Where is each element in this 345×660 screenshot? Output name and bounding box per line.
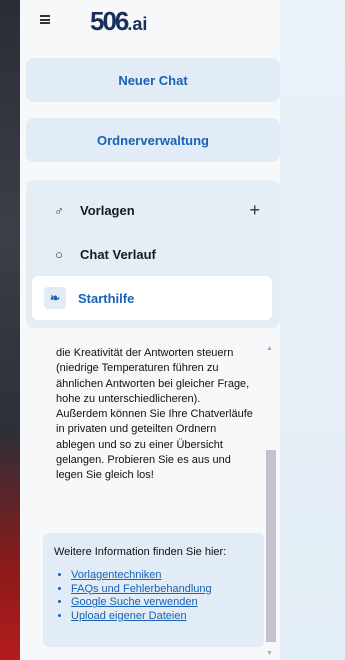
folder-management-button[interactable]: Ordnerverwaltung [26,118,280,162]
help-text: die Kreativität der Antworten steuern (n… [56,347,253,482]
scroll-down-icon[interactable]: ▼ [266,650,273,657]
background-edge [0,0,20,660]
hamburger-menu-icon[interactable] [40,15,50,24]
list-item: Google Suche verwenden [71,596,212,610]
list-item: Upload eigener Dateien [71,610,212,624]
list-item: Vorlagentechniken [71,569,212,583]
list-item: FAQs und Fehlerbehandlung [71,583,212,597]
add-template-button[interactable]: + [249,200,260,221]
sidebar-item-label: Starthilfe [78,290,135,306]
scrollbar[interactable]: ▲ ▼ [264,345,276,660]
link-faqs[interactable]: FAQs und Fehlerbehandlung [71,583,212,595]
sidebar-item-label: Vorlagen [80,202,135,218]
sidebar-item-label: Chat Verlauf [80,246,156,262]
leaf-icon: ❧ [44,287,66,309]
nav-panel: ♂︎ Vorlagen + ○ Chat Verlauf ❧ Starthilf… [26,180,280,328]
link-upload[interactable]: Upload eigener Dateien [71,610,187,622]
scroll-thumb[interactable] [266,450,276,642]
main-area [280,0,345,660]
link-vorlagentechniken[interactable]: Vorlagentechniken [71,569,162,581]
logo[interactable]: 506.ai [90,6,147,36]
link-google-suche[interactable]: Google Suche verwenden [71,596,198,608]
logo-suffix: .ai [127,14,148,34]
sidebar-item-templates[interactable]: ♂︎ Vorlagen + [32,188,272,232]
scroll-up-icon[interactable]: ▲ [266,345,273,352]
sidebar: 506.ai Neuer Chat Ordnerverwaltung ♂︎ Vo… [20,0,280,660]
sidebar-item-starthilfe[interactable]: ❧ Starthilfe [32,276,272,320]
info-title: Weitere Information finden Sie hier: [54,546,227,558]
new-chat-button[interactable]: Neuer Chat [26,58,280,102]
info-links: Vorlagentechniken FAQs und Fehlerbehandl… [71,569,212,623]
templates-icon: ♂︎ [54,202,64,218]
logo-text: 506 [90,6,129,36]
info-box: Weitere Information finden Sie hier: Vor… [43,533,264,647]
chat-bubble-icon: ○ [55,246,63,262]
sidebar-item-chat-history[interactable]: ○ Chat Verlauf [32,232,272,276]
topbar: 506.ai [20,0,280,44]
